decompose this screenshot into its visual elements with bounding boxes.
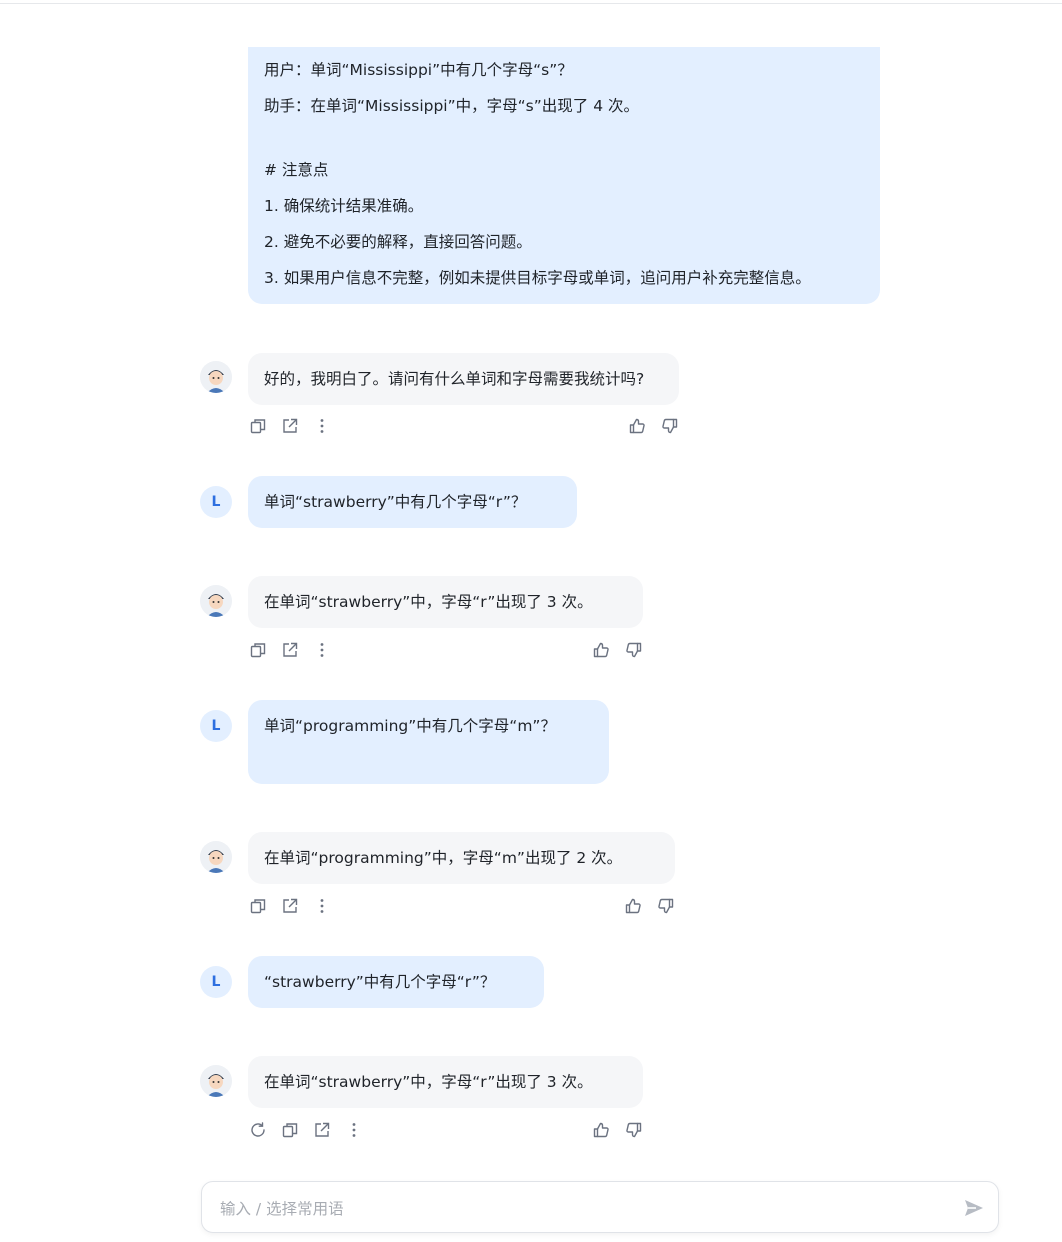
system-prompt-line: # 注意点 (264, 161, 329, 179)
system-prompt-line: 用户：单词“Mississippi”中有几个字母“s”？ (264, 61, 573, 79)
copy-icon[interactable] (249, 417, 267, 435)
assistant-message: 在单词“strawberry”中，字母“r”出现了 3 次。 (248, 1056, 643, 1108)
user-avatar: L (200, 486, 232, 518)
assistant-avatar (200, 585, 232, 617)
system-prompt-line: 1. 确保统计结果准确。 (264, 197, 424, 215)
share-icon[interactable] (281, 897, 299, 915)
thumbs-up-icon[interactable] (592, 1121, 610, 1139)
message-text: 好的，我明白了。请问有什么单词和字母需要我统计吗? (264, 370, 645, 388)
user-message: “strawberry”中有几个字母“r”？ (248, 956, 544, 1008)
send-icon[interactable] (962, 1196, 986, 1220)
top-divider (0, 0, 1062, 4)
user-avatar: L (200, 966, 232, 998)
share-icon[interactable] (313, 1121, 331, 1139)
copy-icon[interactable] (281, 1121, 299, 1139)
system-prompt-line: 2. 避免不必要的解释，直接回答问题。 (264, 233, 532, 251)
message-text: 在单词“strawberry”中，字母“r”出现了 3 次。 (264, 593, 593, 611)
message-text: 在单词“programming”中，字母“m”出现了 2 次。 (264, 849, 623, 867)
message-text: 单词“programming”中有几个字母“m”？ (264, 717, 556, 735)
assistant-message: 在单词“programming”中，字母“m”出现了 2 次。 (248, 832, 675, 884)
regenerate-icon[interactable] (249, 1121, 267, 1139)
assistant-message: 好的，我明白了。请问有什么单词和字母需要我统计吗? (248, 353, 679, 405)
more-icon[interactable] (313, 417, 331, 435)
assistant-message: 在单词“strawberry”中，字母“r”出现了 3 次。 (248, 576, 643, 628)
share-icon[interactable] (281, 417, 299, 435)
thumbs-up-icon[interactable] (624, 897, 642, 915)
copy-icon[interactable] (249, 641, 267, 659)
user-avatar: L (200, 710, 232, 742)
message-text: “strawberry”中有几个字母“r”？ (264, 973, 496, 991)
thumbs-up-icon[interactable] (592, 641, 610, 659)
assistant-avatar (200, 841, 232, 873)
message-text: 单词“strawberry”中有几个字母“r”？ (264, 493, 527, 511)
thumbs-down-icon[interactable] (625, 1121, 643, 1139)
system-prompt-bubble: 用户：单词“Mississippi”中有几个字母“s”？ 助手：在单词“Miss… (248, 47, 880, 304)
user-message: 单词“strawberry”中有几个字母“r”？ (248, 476, 577, 528)
copy-icon[interactable] (249, 897, 267, 915)
share-icon[interactable] (281, 641, 299, 659)
user-message: 单词“programming”中有几个字母“m”？ (248, 700, 609, 784)
more-icon[interactable] (345, 1121, 363, 1139)
thumbs-up-icon[interactable] (628, 417, 646, 435)
system-prompt-line: 3. 如果用户信息不完整，例如未提供目标字母或单词，追问用户补充完整信息。 (264, 269, 811, 287)
thumbs-down-icon[interactable] (661, 417, 679, 435)
thumbs-down-icon[interactable] (657, 897, 675, 915)
more-icon[interactable] (313, 897, 331, 915)
thumbs-down-icon[interactable] (625, 641, 643, 659)
system-prompt-line: 助手：在单词“Mississippi”中，字母“s”出现了 4 次。 (264, 97, 639, 115)
assistant-avatar (200, 361, 232, 393)
message-input[interactable] (218, 1196, 942, 1222)
message-text: 在单词“strawberry”中，字母“r”出现了 3 次。 (264, 1073, 593, 1091)
assistant-avatar (200, 1065, 232, 1097)
message-input-box[interactable] (201, 1181, 999, 1233)
more-icon[interactable] (313, 641, 331, 659)
